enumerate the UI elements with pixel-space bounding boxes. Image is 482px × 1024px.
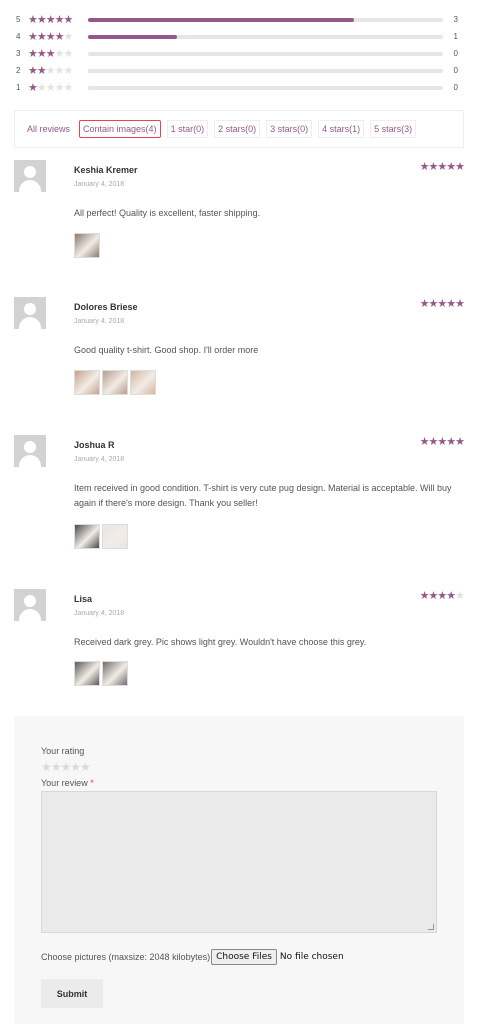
review-image-thumbnail[interactable] [102, 524, 128, 549]
rating-level: 5 [16, 15, 21, 24]
rating-bar [88, 51, 443, 56]
rating-level: 2 [16, 66, 21, 75]
review-text: Item received in good condition. T-shirt… [74, 483, 452, 508]
rating-stars-icon: ★★★★★ [28, 31, 73, 43]
rating-row-1: 1 ★★★★★ 0 [16, 79, 462, 96]
review-image-thumbnail[interactable] [130, 370, 156, 395]
review-images [74, 524, 128, 549]
avatar [14, 589, 46, 621]
rating-bar [88, 68, 443, 73]
review-text: Good quality t-shirt. Good shop. I'll or… [74, 345, 259, 355]
review-label: Your review * [41, 778, 94, 788]
rating-row-5: 5 ★★★★★ 3 [16, 11, 462, 28]
review-textarea[interactable] [41, 791, 437, 933]
filter-2-stars[interactable]: 2 stars(0) [214, 120, 261, 138]
reviewer-name: Dolores Briese [74, 302, 138, 312]
review-text: Received dark grey. Pic shows light grey… [74, 637, 367, 647]
file-upload-label: Choose pictures (maxsize: 2048 kilobytes… [41, 952, 211, 962]
rating-count: 0 [453, 49, 458, 58]
rating-bar [88, 34, 443, 39]
review-date: January 4, 2018 [74, 456, 125, 463]
review-images [74, 370, 156, 395]
review-image-thumbnail[interactable] [74, 370, 100, 395]
choose-files-button[interactable]: Choose Files [211, 949, 277, 965]
required-mark: * [90, 778, 94, 788]
review-image-thumbnail[interactable] [74, 524, 100, 549]
review-image-thumbnail[interactable] [102, 370, 128, 395]
review-images [74, 661, 128, 686]
rating-bar-fill [88, 17, 355, 22]
rating-bar [88, 17, 443, 22]
avatar [14, 160, 46, 192]
reviewer-name: Lisa [74, 594, 93, 604]
submit-button[interactable]: Submit [41, 979, 103, 1008]
review-stars-icon: ★★★★★ [419, 161, 465, 173]
file-status: No file chosen [279, 952, 344, 962]
review-date: January 4, 2018 [74, 610, 125, 617]
filter-all-reviews[interactable]: All reviews [23, 121, 73, 137]
rating-input-stars-icon[interactable]: ★★★★★ [41, 760, 91, 774]
reviewer-name: Joshua R [74, 440, 115, 450]
review-item: Lisa January 4, 2018 ★★★★★ Received dark… [14, 589, 465, 699]
rating-count: 3 [453, 15, 458, 24]
filter-3-stars[interactable]: 3 stars(0) [266, 120, 313, 138]
filter-contain-images[interactable]: Contain images(4) [79, 120, 161, 138]
rating-row-3: 3 ★★★★★ 0 [16, 45, 462, 62]
review-image-thumbnail[interactable] [74, 233, 100, 258]
file-upload-row: Choose pictures (maxsize: 2048 kilobytes… [41, 949, 344, 965]
review-filter-bar: All reviews Contain images(4) 1 star(0) … [14, 110, 464, 148]
rating-stars-icon: ★★★★★ [28, 48, 73, 60]
rating-count: 1 [453, 32, 458, 41]
avatar [14, 435, 46, 467]
review-images [74, 233, 100, 258]
rating-row-4: 4 ★★★★★ 1 [16, 28, 462, 45]
rating-row-2: 2 ★★★★★ 0 [16, 62, 462, 79]
review-label-text: Your review [41, 778, 88, 788]
rating-stars-icon: ★★★★★ [28, 14, 73, 26]
rating-count: 0 [453, 83, 458, 92]
rating-bar-fill [88, 34, 177, 39]
rating-label: Your rating [41, 746, 85, 756]
rating-level: 3 [16, 49, 21, 58]
filter-5-stars[interactable]: 5 stars(3) [370, 120, 417, 138]
review-date: January 4, 2018 [74, 318, 125, 325]
rating-stars-icon: ★★★★★ [28, 82, 73, 94]
avatar [14, 297, 46, 329]
rating-level: 4 [16, 32, 21, 41]
filter-1-star[interactable]: 1 star(0) [166, 120, 209, 138]
review-form: Your rating ★★★★★ Your review * Choose p… [14, 716, 464, 1024]
reviewer-name: Keshia Kremer [74, 165, 138, 175]
review-stars-icon: ★★★★★ [419, 590, 465, 602]
resize-handle-icon[interactable] [428, 924, 434, 930]
rating-level: 1 [16, 83, 21, 92]
rating-bar [88, 85, 443, 90]
review-item: Keshia Kremer January 4, 2018 ★★★★★ All … [14, 160, 465, 270]
rating-count: 0 [453, 66, 458, 75]
review-image-thumbnail[interactable] [102, 661, 128, 686]
review-item: Dolores Briese January 4, 2018 ★★★★★ Goo… [14, 297, 465, 407]
review-date: January 4, 2018 [74, 181, 125, 188]
review-image-thumbnail[interactable] [74, 661, 100, 686]
review-text: All perfect! Quality is excellent, faste… [74, 208, 261, 218]
filter-4-stars[interactable]: 4 stars(1) [318, 120, 365, 138]
rating-summary: 5 ★★★★★ 3 4 ★★★★★ 1 3 ★★★★★ 0 2 ★★★★★ 0 … [16, 11, 462, 96]
review-stars-icon: ★★★★★ [419, 436, 465, 448]
rating-stars-icon: ★★★★★ [28, 65, 73, 77]
review-item: Joshua R January 4, 2018 ★★★★★ Item rece… [14, 435, 465, 555]
review-stars-icon: ★★★★★ [419, 298, 465, 310]
